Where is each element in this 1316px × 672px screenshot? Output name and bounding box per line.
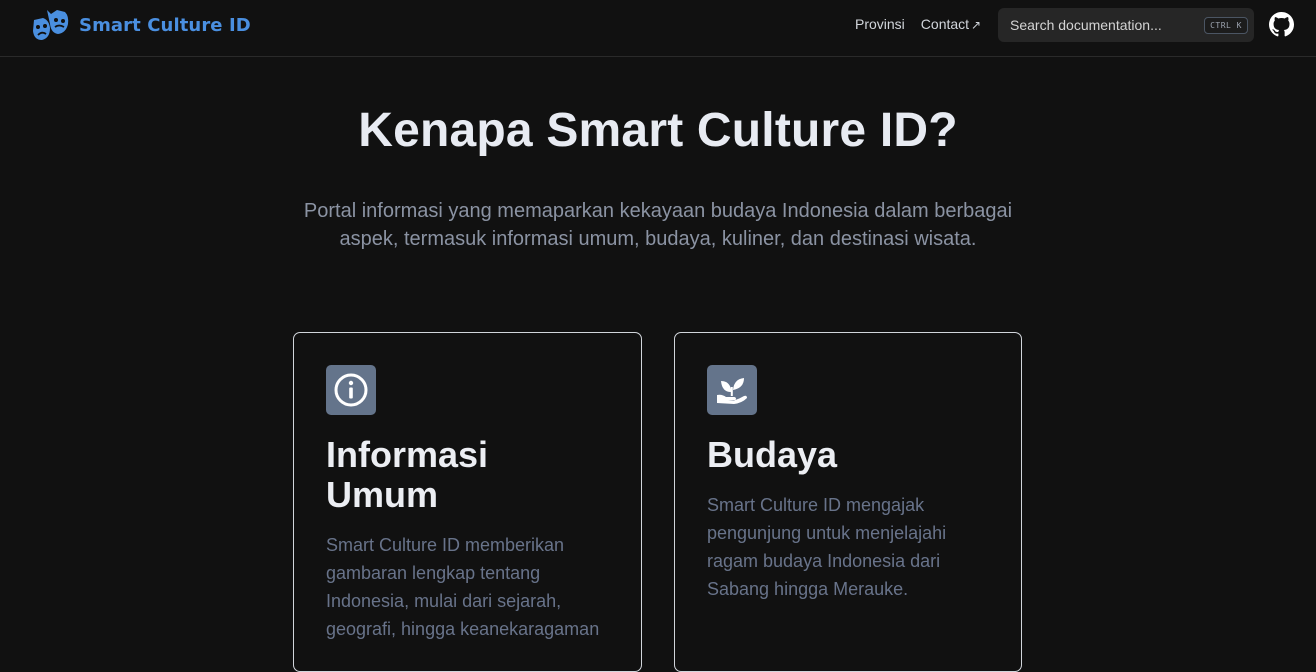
brand-name: Smart Culture ID: [79, 14, 251, 36]
brand-home-link[interactable]: Smart Culture ID: [31, 6, 251, 44]
card-title: Budaya: [707, 434, 838, 475]
github-icon[interactable]: [1269, 12, 1294, 37]
nav-link-contact[interactable]: Contact ↗: [921, 16, 981, 32]
external-link-icon: ↗: [971, 18, 982, 32]
search-shortcut-hint: CTRL K: [1204, 16, 1248, 34]
search-input[interactable]: [1010, 17, 1205, 33]
top-navbar: Smart Culture ID Provinsi Contact↗ CTRL …: [0, 0, 1316, 57]
feature-card-informasi-umum: Informasi Umum Smart Culture ID memberik…: [293, 332, 642, 672]
page-subtitle: Portal informasi yang memaparkan kekayaa…: [303, 200, 1013, 250]
nav-link-provinsi[interactable]: Provinsi: [855, 16, 905, 32]
card-title: Informasi Umum: [326, 434, 489, 515]
card-description: Smart Culture ID mengajak pengunjung unt…: [707, 495, 947, 599]
feature-card-budaya: Budaya Smart Culture ID mengajak pengunj…: [674, 332, 1022, 672]
page-title: Kenapa Smart Culture ID?: [358, 104, 958, 157]
search-box[interactable]: CTRL K: [998, 8, 1254, 42]
info-icon: [326, 365, 376, 415]
nav-link-provinsi-label: Provinsi: [855, 16, 905, 32]
theater-masks-logo-icon: [33, 10, 69, 40]
card-description: Smart Culture ID memberikan gambaran len…: [326, 535, 600, 639]
nav-links: Provinsi Contact ↗: [855, 16, 981, 32]
nav-link-contact-label: Contact: [920, 16, 970, 32]
plant-hand-icon: [707, 365, 757, 415]
